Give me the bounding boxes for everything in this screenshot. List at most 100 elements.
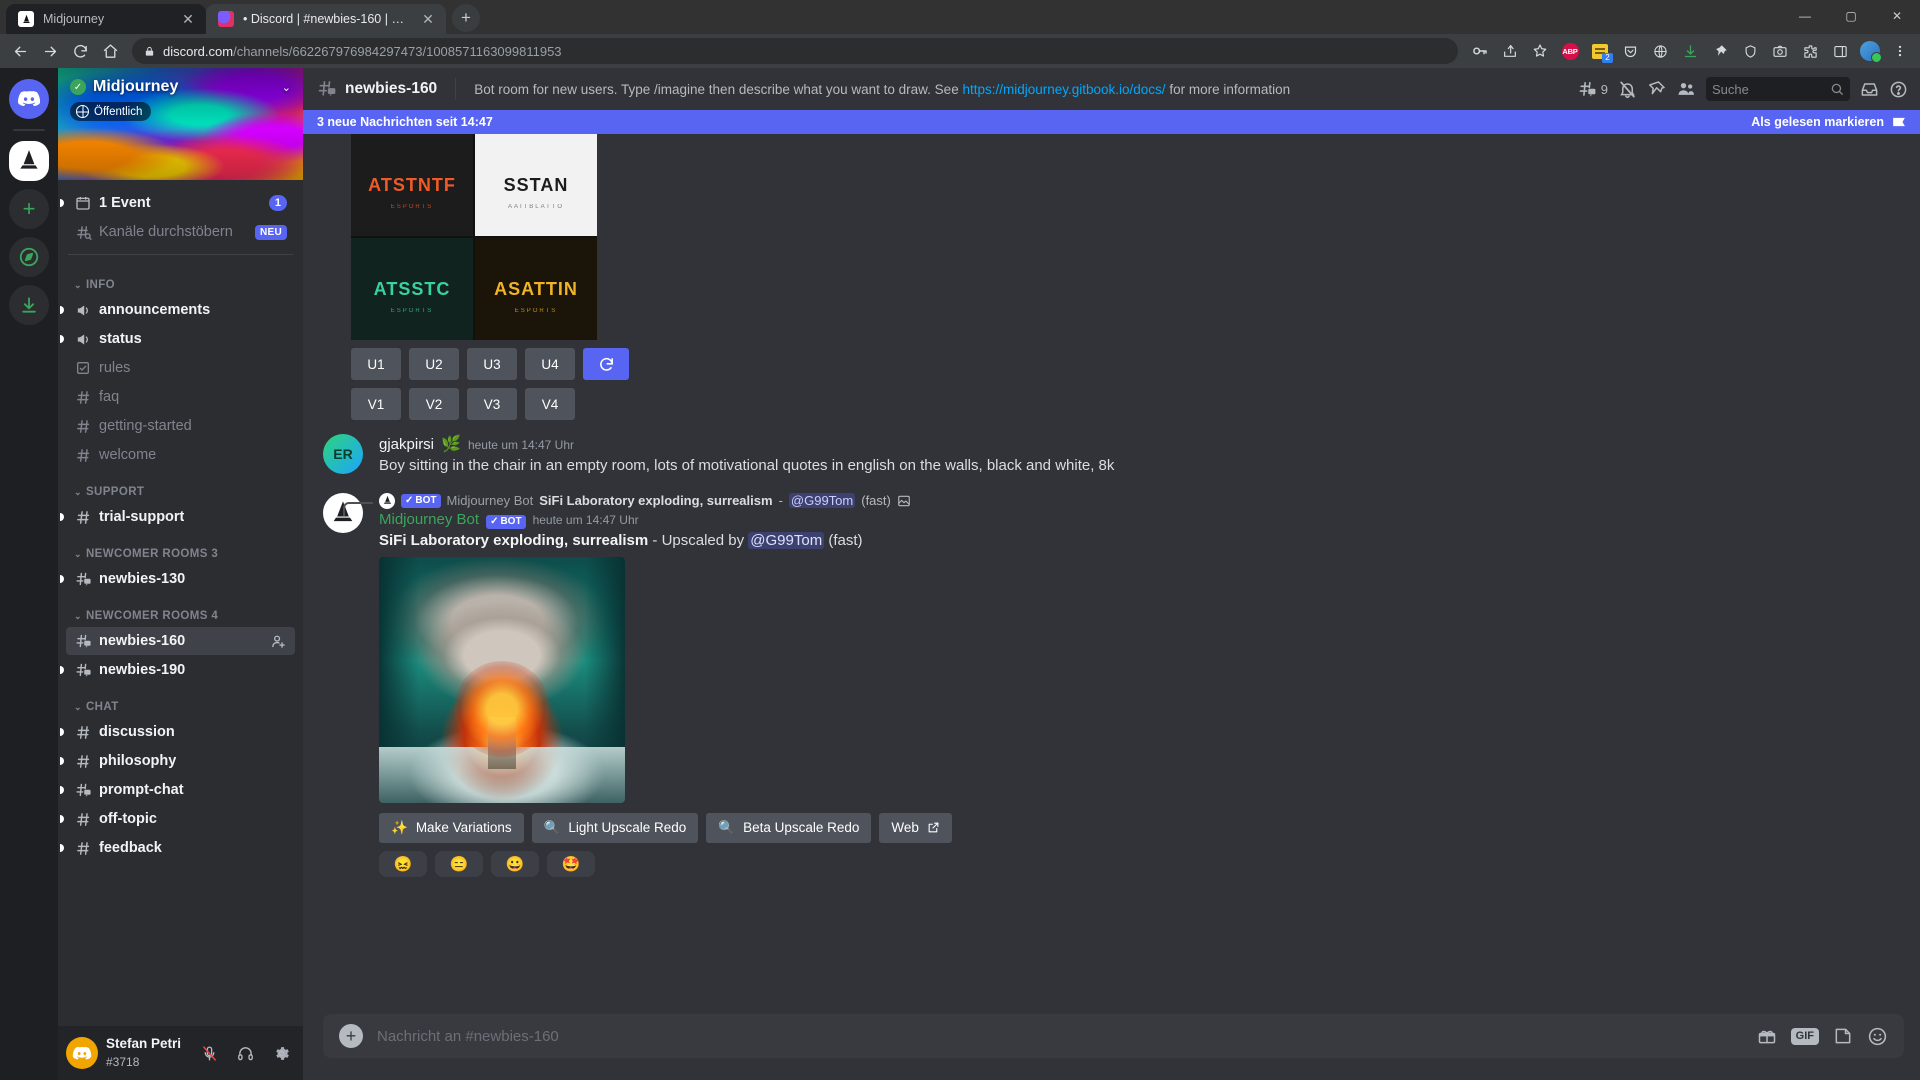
sidebar-item-midjourney-server[interactable] bbox=[9, 141, 49, 181]
pocket-icon[interactable] bbox=[1616, 37, 1644, 65]
notes-extension-icon[interactable]: 2 bbox=[1586, 37, 1614, 65]
sidebar-icon[interactable] bbox=[1826, 37, 1854, 65]
upscale-button-u4[interactable]: U4 bbox=[525, 348, 575, 380]
sidebar-item-faq[interactable]: faq bbox=[66, 383, 295, 411]
refresh-icon[interactable] bbox=[583, 348, 629, 380]
threads-icon[interactable]: 9 bbox=[1578, 80, 1608, 99]
category-chat[interactable]: ⌄ CHAT bbox=[58, 685, 303, 717]
camera-icon[interactable] bbox=[1766, 37, 1794, 65]
puzzle-icon[interactable] bbox=[1796, 37, 1824, 65]
add-server-button[interactable]: + bbox=[9, 189, 49, 229]
microphone-muted-icon[interactable] bbox=[195, 1039, 223, 1067]
upscale-button-u2[interactable]: U2 bbox=[409, 348, 459, 380]
reply-context[interactable]: ✓ BOT Midjourney Bot SiFi Laboratory expl… bbox=[343, 492, 1872, 516]
sticker-icon[interactable] bbox=[1833, 1026, 1853, 1046]
category-newcomer-rooms-4[interactable]: ⌄ NEWCOMER ROOMS 4 bbox=[58, 594, 303, 626]
message-input[interactable]: Nachricht an #newbies-160 bbox=[377, 1028, 1743, 1045]
reaction-2[interactable]: 😀 bbox=[491, 850, 539, 877]
grid-image-1[interactable]: ATSTNTF ESPORTS bbox=[351, 134, 473, 236]
gift-icon[interactable] bbox=[1757, 1026, 1777, 1046]
sidebar-item-events[interactable]: 1 Event 1 bbox=[60, 189, 295, 217]
reply-mention[interactable]: @G99Tom bbox=[788, 493, 856, 509]
close-icon[interactable]: ✕ bbox=[420, 11, 436, 27]
adblock-icon[interactable]: ABP bbox=[1556, 37, 1584, 65]
shield-icon[interactable] bbox=[1736, 37, 1764, 65]
reaction-0[interactable]: 😖 bbox=[379, 850, 427, 877]
download-icon[interactable] bbox=[1676, 37, 1704, 65]
headphones-icon[interactable] bbox=[231, 1039, 259, 1067]
upscale-button-u3[interactable]: U3 bbox=[467, 348, 517, 380]
sidebar-item-prompt-chat[interactable]: prompt-chat bbox=[60, 776, 295, 804]
reload-icon[interactable] bbox=[66, 37, 94, 65]
message-author[interactable]: gjakpirsi bbox=[379, 436, 434, 453]
address-bar[interactable]: discord.com/channels/662267976984297473/… bbox=[132, 38, 1458, 64]
forward-icon[interactable] bbox=[36, 37, 64, 65]
message-author[interactable]: Midjourney Bot bbox=[379, 511, 479, 528]
grid-image-2[interactable]: SSTAN AAITBLATTO bbox=[475, 134, 597, 236]
new-messages-bar[interactable]: 3 neue Nachrichten seit 14:47 Als gelese… bbox=[303, 110, 1920, 134]
minimize-button[interactable]: — bbox=[1782, 2, 1828, 30]
sidebar-item-newbies-160[interactable]: newbies-160 bbox=[66, 627, 295, 655]
upscale-mention[interactable]: @G99Tom bbox=[748, 531, 825, 549]
maximize-button[interactable]: ▢ bbox=[1828, 2, 1874, 30]
sidebar-item-welcome[interactable]: welcome bbox=[66, 441, 295, 469]
add-member-icon[interactable] bbox=[270, 633, 287, 650]
kebab-menu-icon[interactable] bbox=[1886, 37, 1914, 65]
bell-muted-icon[interactable] bbox=[1618, 80, 1637, 99]
discord-home-button[interactable] bbox=[9, 79, 49, 119]
search-input[interactable]: Suche bbox=[1706, 77, 1850, 101]
inbox-icon[interactable] bbox=[1860, 80, 1879, 99]
members-icon[interactable] bbox=[1676, 79, 1696, 99]
reaction-1[interactable]: 😑 bbox=[435, 850, 483, 877]
beta-upscale-redo-button[interactable]: 🔍 Beta Upscale Redo bbox=[706, 812, 872, 843]
upscale-button-u1[interactable]: U1 bbox=[351, 348, 401, 380]
sidebar-item-status[interactable]: status bbox=[60, 325, 295, 353]
explore-servers-button[interactable] bbox=[9, 237, 49, 277]
variation-button-v2[interactable]: V2 bbox=[409, 388, 459, 420]
category-newcomer-rooms-3[interactable]: ⌄ NEWCOMER ROOMS 3 bbox=[58, 532, 303, 564]
topic-link[interactable]: https://midjourney.gitbook.io/docs/ bbox=[962, 82, 1165, 97]
share-icon[interactable] bbox=[1496, 37, 1524, 65]
star-icon[interactable] bbox=[1526, 37, 1554, 65]
globe-icon[interactable] bbox=[1646, 37, 1674, 65]
sidebar-item-trial-support[interactable]: trial-support bbox=[60, 503, 295, 531]
sidebar-item-discussion[interactable]: discussion bbox=[60, 718, 295, 746]
category-support[interactable]: ⌄ SUPPORT bbox=[58, 470, 303, 502]
download-apps-button[interactable] bbox=[9, 285, 49, 325]
channel-topic[interactable]: Bot room for new users. Type /imagine th… bbox=[474, 82, 1570, 97]
server-banner[interactable]: ✓ Midjourney ⌄ Öffentlich bbox=[58, 68, 303, 180]
gear-icon[interactable] bbox=[267, 1039, 295, 1067]
pin-icon[interactable] bbox=[1647, 80, 1666, 99]
help-icon[interactable] bbox=[1889, 80, 1908, 99]
new-tab-button[interactable]: + bbox=[452, 4, 480, 32]
home-icon[interactable] bbox=[96, 37, 124, 65]
emoji-icon[interactable] bbox=[1867, 1026, 1888, 1047]
grid-image-4[interactable]: ASATTIN ESPORTS bbox=[475, 238, 597, 340]
image-grid[interactable]: ATSTNTF ESPORTS SSTAN AAITBLATTO ATSSTC … bbox=[351, 134, 597, 340]
make-variations-button[interactable]: ✨ Make Variations bbox=[379, 812, 524, 843]
sidebar-item-newbies-130[interactable]: newbies-130 bbox=[60, 565, 295, 593]
profile-avatar[interactable] bbox=[1856, 37, 1884, 65]
variation-button-v3[interactable]: V3 bbox=[467, 388, 517, 420]
pin-icon[interactable] bbox=[1706, 37, 1734, 65]
mark-as-read-button[interactable]: Als gelesen markieren bbox=[1751, 115, 1906, 129]
sidebar-item-getting-started[interactable]: getting-started bbox=[66, 412, 295, 440]
user-info[interactable]: Stefan Petri #3718 bbox=[106, 1035, 187, 1072]
gif-button[interactable]: GIF bbox=[1790, 1027, 1819, 1045]
sidebar-item-philosophy[interactable]: philosophy bbox=[60, 747, 295, 775]
variation-button-v4[interactable]: V4 bbox=[525, 388, 575, 420]
sidebar-item-feedback[interactable]: feedback bbox=[60, 834, 295, 862]
browser-tab-midjourney[interactable]: Midjourney ✕ bbox=[6, 4, 206, 34]
sidebar-item-off-topic[interactable]: off-topic bbox=[60, 805, 295, 833]
back-icon[interactable] bbox=[6, 37, 34, 65]
sidebar-item-rules[interactable]: rules bbox=[66, 354, 295, 382]
composer-box[interactable]: + Nachricht an #newbies-160 GIF bbox=[323, 1014, 1904, 1058]
window-close-button[interactable]: ✕ bbox=[1874, 2, 1920, 30]
sidebar-item-browse-channels[interactable]: Kanäle durchstöbern NEU bbox=[66, 218, 295, 246]
chevron-down-icon[interactable]: ⌄ bbox=[282, 81, 291, 94]
avatar[interactable]: ER bbox=[323, 434, 363, 474]
discord-avatar-icon[interactable] bbox=[66, 1037, 98, 1069]
category-info[interactable]: ⌄ INFO bbox=[58, 263, 303, 295]
key-icon[interactable] bbox=[1466, 37, 1494, 65]
add-attachment-icon[interactable]: + bbox=[339, 1024, 363, 1048]
